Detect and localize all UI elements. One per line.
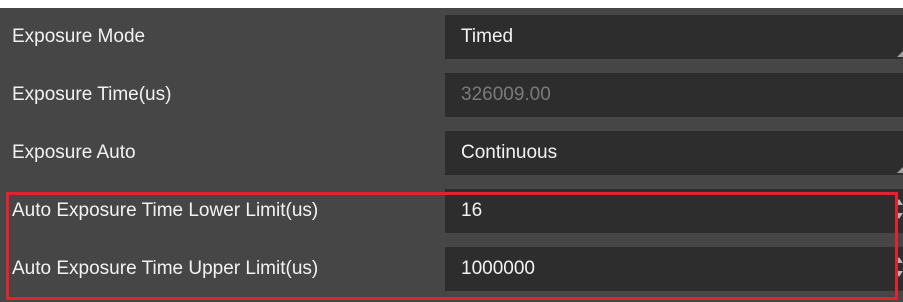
spinbox-value: 16 <box>461 200 483 221</box>
property-row-exposure-auto: Exposure Auto Continuous <box>0 124 903 182</box>
dropdown-corner-icon <box>897 51 903 57</box>
spinbox-arrows[interactable] <box>895 197 903 225</box>
exposure-property-panel: Exposure Mode Timed Exposure Time(us) 32… <box>0 8 903 302</box>
dropdown-value: Continuous <box>461 142 558 163</box>
auto-exposure-upper-limit-spinbox[interactable]: 1000000 <box>445 247 903 291</box>
field-value: 326009.00 <box>461 84 551 105</box>
auto-exposure-lower-limit-spinbox[interactable]: 16 <box>445 189 903 233</box>
property-row-auto-exposure-upper-limit: Auto Exposure Time Upper Limit(us) 10000… <box>0 240 903 298</box>
spinbox-arrows[interactable] <box>895 255 903 283</box>
property-row-auto-exposure-lower-limit: Auto Exposure Time Lower Limit(us) 16 <box>0 182 903 240</box>
property-label: Exposure Mode <box>12 26 146 47</box>
spinbox-value: 1000000 <box>461 258 535 279</box>
dropdown-corner-icon <box>897 167 903 173</box>
spin-up-icon[interactable] <box>895 199 903 205</box>
property-label: Auto Exposure Time Lower Limit(us) <box>12 200 319 221</box>
property-label: Exposure Time(us) <box>12 84 172 105</box>
spin-down-icon[interactable] <box>895 213 903 219</box>
exposure-time-field: 326009.00 <box>445 73 903 117</box>
property-label: Exposure Auto <box>12 142 136 163</box>
exposure-mode-dropdown[interactable]: Timed <box>445 15 903 59</box>
spin-down-icon[interactable] <box>895 271 903 277</box>
property-row-exposure-time: Exposure Time(us) 326009.00 <box>0 66 903 124</box>
spin-up-icon[interactable] <box>895 257 903 263</box>
property-row-exposure-mode: Exposure Mode Timed <box>0 8 903 66</box>
property-label: Auto Exposure Time Upper Limit(us) <box>12 258 319 279</box>
exposure-auto-dropdown[interactable]: Continuous <box>445 131 903 175</box>
dropdown-value: Timed <box>461 26 514 47</box>
